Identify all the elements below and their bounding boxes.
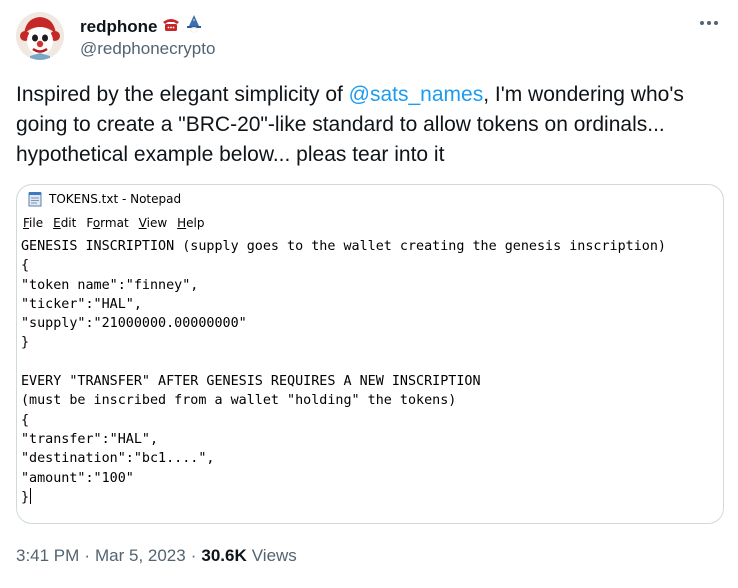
views-count: 30.6K — [201, 546, 247, 565]
telephone-icon — [161, 15, 181, 38]
menu-help[interactable]: Help — [177, 216, 204, 230]
meta-separator-2: · — [190, 546, 197, 565]
notepad-title: TOKENS.txt - Notepad — [49, 192, 182, 206]
menu-file[interactable]: File — [23, 216, 43, 230]
tweet-text-prefix: Inspired by the elegant simplicity of — [16, 83, 349, 106]
author-name-text: redphone — [80, 16, 158, 36]
more-options-button[interactable] — [696, 10, 722, 36]
notepad-menubar: File Edit Format View Help — [17, 213, 723, 233]
avatar[interactable] — [16, 12, 64, 60]
tweet-time[interactable]: 3:41 PM — [16, 546, 79, 566]
views-label: Views — [251, 546, 297, 565]
text-caret — [30, 487, 32, 504]
tweet-date[interactable]: Mar 5, 2023 — [95, 546, 186, 566]
meta-separator: · — [84, 546, 90, 565]
notepad-titlebar: TOKENS.txt - Notepad — [17, 185, 723, 213]
tweet-text: Inspired by the elegant simplicity of @s… — [16, 80, 726, 170]
clown-avatar-icon — [16, 12, 64, 60]
menu-view[interactable]: View — [139, 216, 167, 230]
tweet-meta: 3:41 PM · Mar 5, 2023 · 30.6K Views — [16, 546, 297, 566]
author-handle[interactable]: @redphonecrypto — [80, 39, 215, 59]
author-display-name[interactable]: redphone — [80, 14, 203, 39]
notepad-icon — [28, 192, 42, 207]
ellipsis-icon — [700, 21, 718, 25]
menu-edit[interactable]: Edit — [53, 216, 76, 230]
wizard-icon — [185, 14, 203, 39]
notepad-text-area[interactable]: GENESIS INSCRIPTION (supply goes to the … — [17, 233, 723, 507]
mention-link[interactable]: @sats_names — [349, 83, 484, 106]
menu-format[interactable]: Format — [86, 216, 128, 230]
notepad-content: GENESIS INSCRIPTION (supply goes to the … — [21, 239, 666, 505]
tweet-image[interactable]: TOKENS.txt - Notepad File Edit Format Vi… — [16, 184, 724, 524]
